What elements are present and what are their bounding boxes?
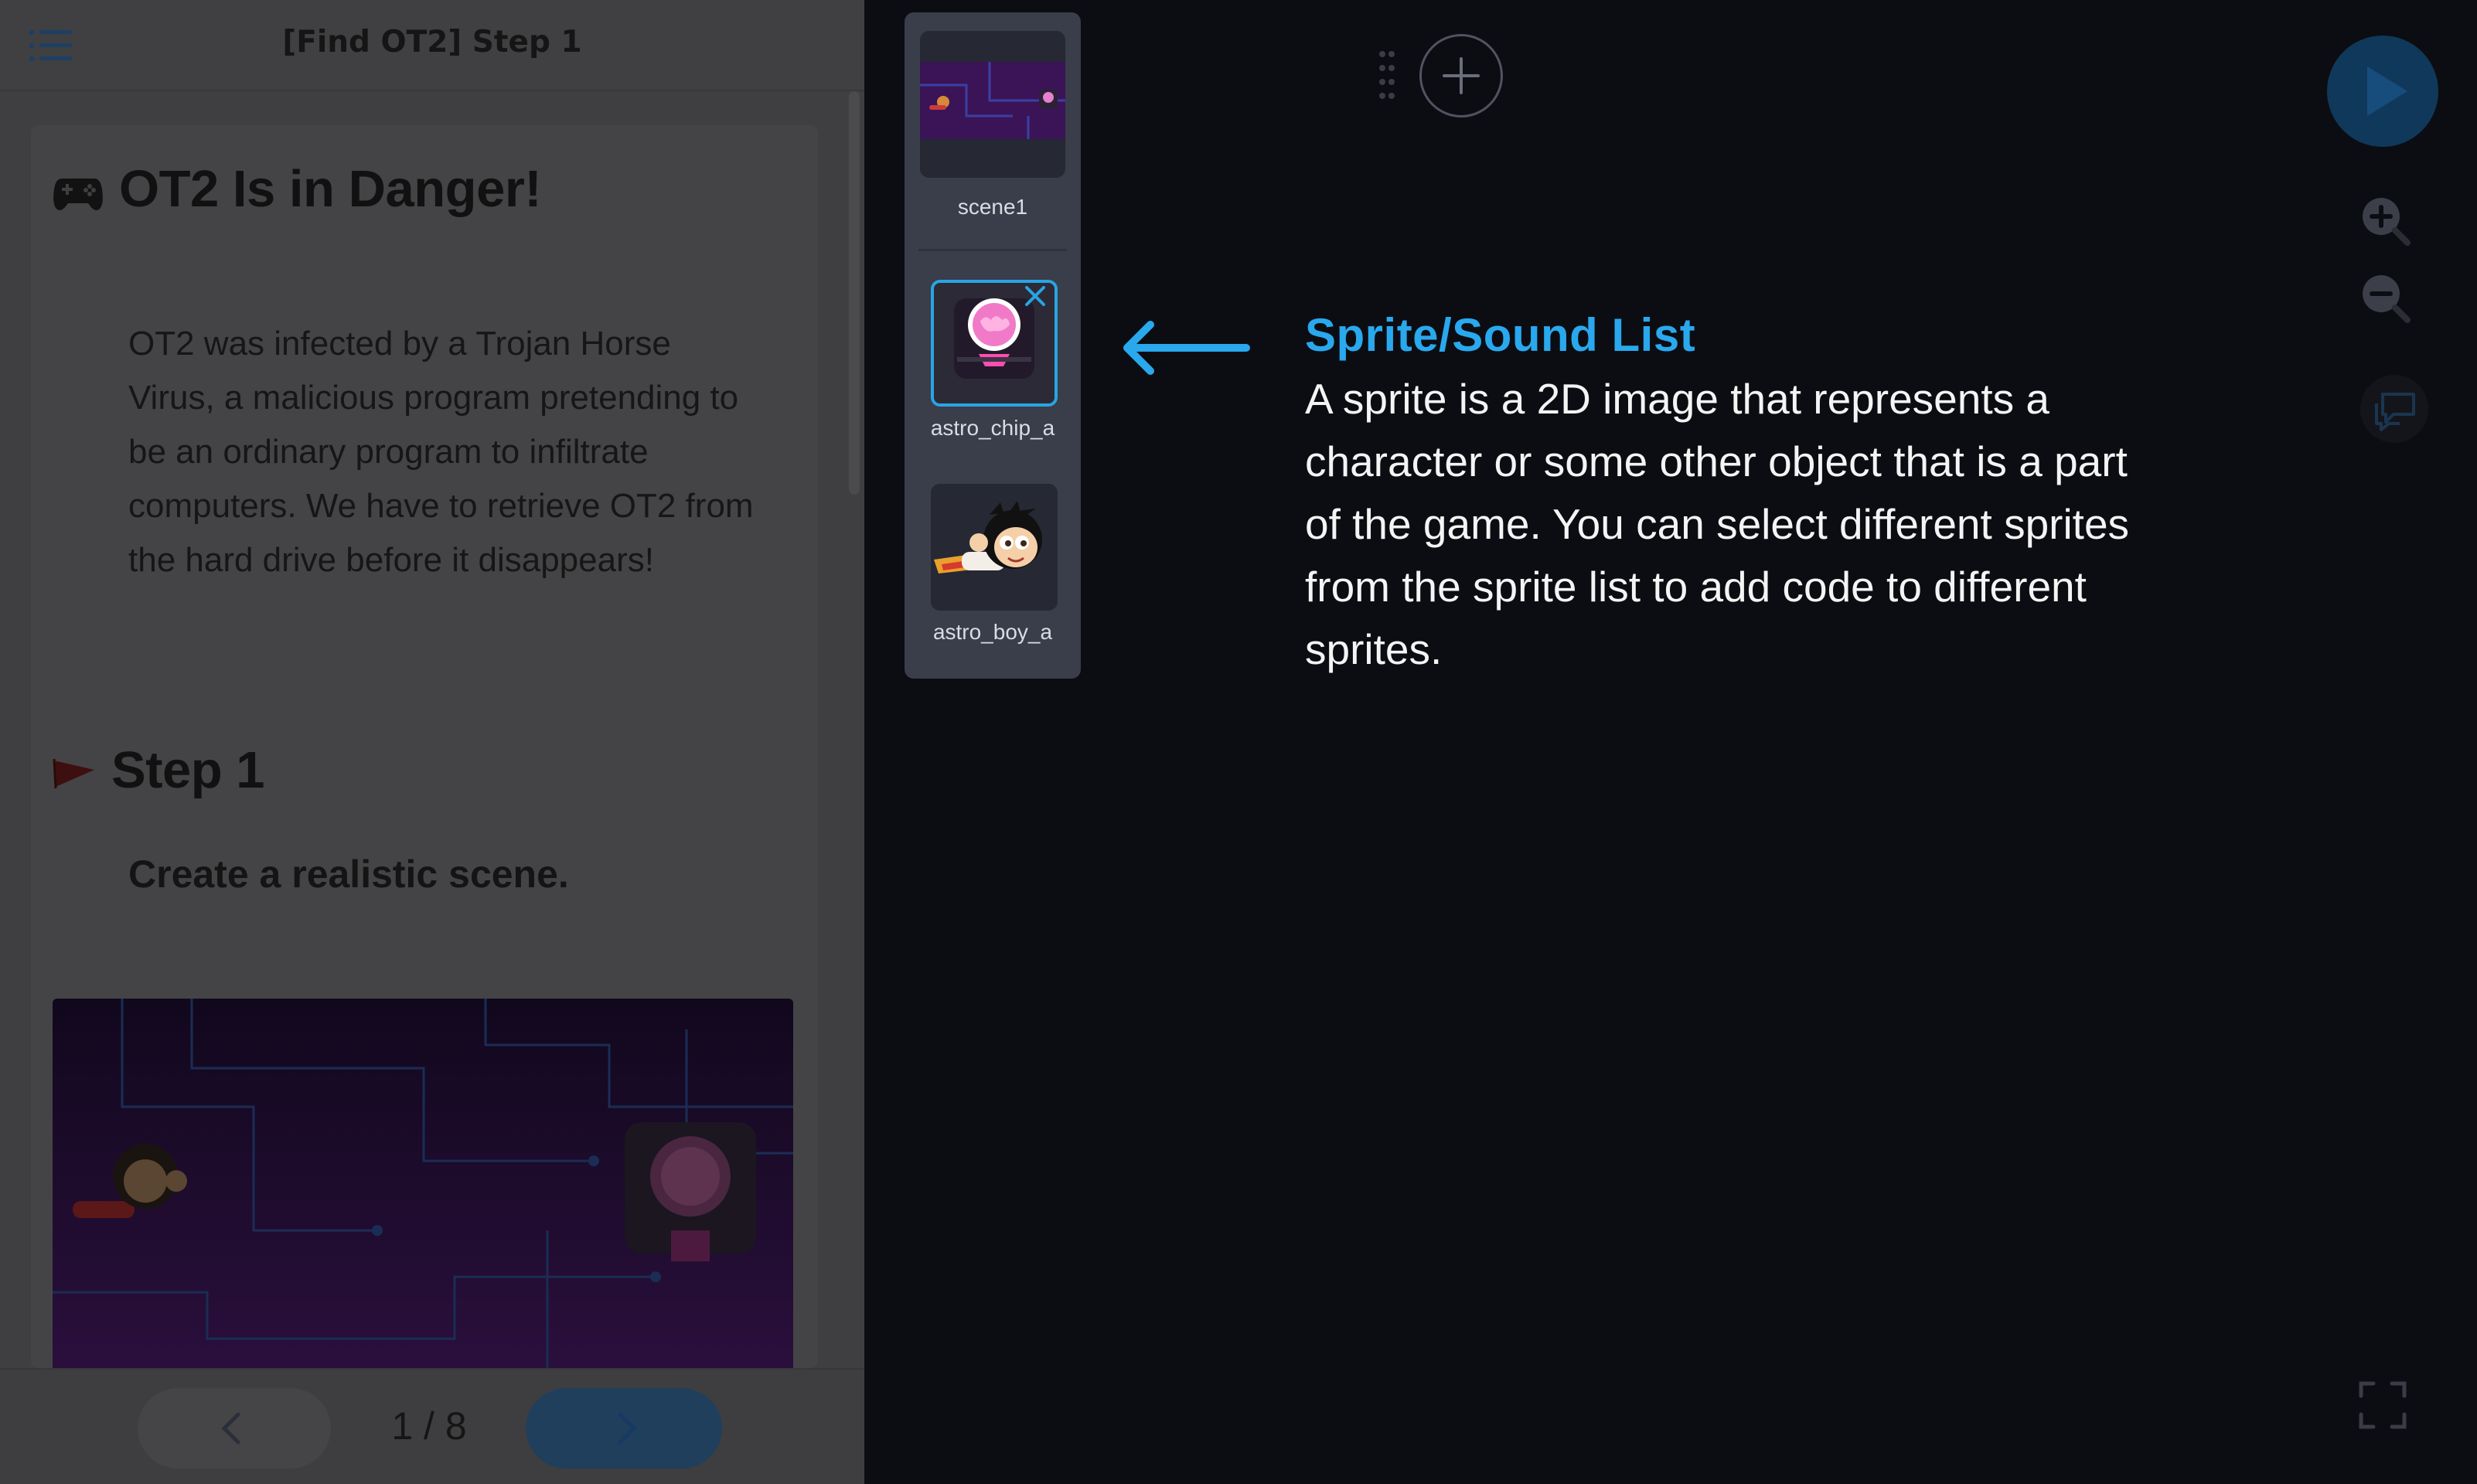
plus-icon [1443, 57, 1480, 94]
gamepad-icon [53, 179, 103, 211]
astro-boy-a-thumbnail[interactable] [931, 484, 1058, 611]
zoom-out-icon[interactable] [2358, 271, 2412, 325]
chevron-right-icon [618, 1412, 637, 1445]
page-indicator: 1 / 8 [391, 1404, 467, 1448]
lesson-content: OT2 Is in Danger! OT2 was infected by a … [31, 125, 818, 1368]
app-window: [Find OT2] Step 1 OT2 Is in Danger! OT2 … [0, 0, 2477, 1484]
tutorial-annotation: Sprite/Sound List A sprite is a 2D image… [1305, 303, 2233, 681]
step-heading: Step 1 [51, 740, 265, 800]
drag-handle-icon[interactable] [1378, 49, 1396, 99]
lesson-header: [Find OT2] Step 1 [0, 0, 864, 91]
close-icon[interactable] [1020, 281, 1050, 311]
annotation-body: A sprite is a 2D image that represents a… [1305, 375, 2130, 673]
run-button[interactable] [2327, 36, 2438, 147]
step-instruction: Create a realistic scene. [128, 853, 569, 896]
fullscreen-icon[interactable] [2358, 1380, 2407, 1430]
lesson-heading: OT2 Is in Danger! [51, 159, 542, 219]
zoom-in-icon[interactable] [2358, 193, 2412, 247]
lesson-footer: 1 / 8 [0, 1368, 864, 1484]
previous-page-button[interactable] [138, 1388, 331, 1469]
lesson-heading-text: OT2 Is in Danger! [119, 160, 542, 218]
list-menu-icon[interactable] [28, 28, 74, 63]
sprite-name: scene1 [957, 195, 1028, 219]
arrow-left-icon [1123, 321, 1250, 375]
sprite-list: scene1 astro_chip_a astro_boy_a [905, 12, 1081, 679]
help-chat-icon[interactable] [2359, 374, 2429, 444]
lesson-intro-text: OT2 was infected by a Trojan Horse Virus… [128, 325, 754, 579]
next-page-button[interactable] [526, 1388, 722, 1469]
chevron-left-icon [221, 1412, 240, 1445]
flag-icon [53, 759, 94, 789]
step-heading-text: Step 1 [111, 741, 265, 799]
lesson-panel: [Find OT2] Step 1 OT2 Is in Danger! OT2 … [0, 0, 864, 1484]
scene-preview-image [53, 999, 793, 1368]
scene1-thumbnail[interactable] [920, 31, 1065, 178]
lesson-title: [Find OT2] Step 1 [282, 25, 582, 60]
sprite-name: astro_chip_a [930, 416, 1055, 440]
sprite-list-divider [918, 249, 1067, 251]
panel-scrollbar[interactable] [849, 91, 860, 495]
astro-chip-figure [625, 1122, 756, 1261]
annotation-title: Sprite/Sound List [1305, 309, 1696, 361]
play-icon [2367, 66, 2407, 116]
sprite-item-scene1[interactable]: scene1 [905, 12, 1081, 244]
add-button[interactable] [1419, 34, 1503, 117]
sprite-name: astro_boy_a [932, 620, 1053, 644]
